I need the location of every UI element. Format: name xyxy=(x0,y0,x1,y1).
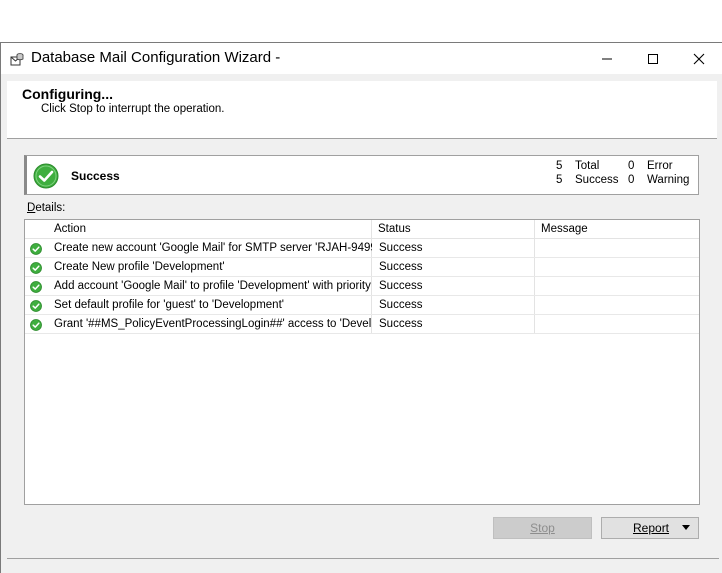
wizard-window: Database Mail Configuration Wizard - Con… xyxy=(0,42,722,573)
column-header-action[interactable]: Action xyxy=(50,220,86,239)
stop-button[interactable]: Stop xyxy=(493,517,592,539)
row-status: Success xyxy=(379,261,423,273)
success-check-icon xyxy=(30,262,42,274)
success-check-icon xyxy=(33,163,59,189)
warning-label: Warning xyxy=(647,174,690,186)
row-message xyxy=(540,277,695,296)
row-status: Success xyxy=(379,242,423,254)
column-header-message[interactable]: Message xyxy=(537,220,588,239)
success-count: 5 xyxy=(556,174,563,186)
dropdown-arrow-icon[interactable] xyxy=(682,525,690,530)
page-subtitle: Click Stop to interrupt the operation. xyxy=(41,103,225,115)
error-count: 0 xyxy=(628,160,635,172)
total-label: Total xyxy=(575,160,600,172)
status-summary: Success 5 Total 5 Success 0 Error 0 Warn… xyxy=(24,155,699,195)
table-row[interactable]: Create new account 'Google Mail' for SMT… xyxy=(25,239,699,258)
table-row[interactable]: Set default profile for 'guest' to 'Deve… xyxy=(25,296,699,315)
row-action: Set default profile for 'guest' to 'Deve… xyxy=(54,299,284,311)
row-action: Create new account 'Google Mail' for SMT… xyxy=(54,242,372,254)
total-count: 5 xyxy=(556,160,563,172)
table-row[interactable]: Grant '##MS_PolicyEventProcessingLogin##… xyxy=(25,315,699,334)
stop-button-label: Stop xyxy=(530,521,555,535)
row-status: Success xyxy=(379,299,423,311)
database-mail-icon xyxy=(10,53,24,66)
column-header-status[interactable]: Status xyxy=(374,220,411,239)
success-label: Success xyxy=(575,174,619,186)
row-message xyxy=(540,239,695,258)
details-label-text: etails: xyxy=(35,202,66,214)
row-action: Grant '##MS_PolicyEventProcessingLogin##… xyxy=(54,318,372,330)
close-button[interactable] xyxy=(676,43,722,74)
success-check-icon xyxy=(30,281,42,293)
page-title: Configuring... xyxy=(22,86,113,102)
minimize-icon xyxy=(602,58,612,59)
error-label: Error xyxy=(647,160,673,172)
row-action: Create New profile 'Development' xyxy=(54,261,225,273)
success-check-icon xyxy=(30,319,42,331)
success-check-icon xyxy=(30,243,42,255)
row-status: Success xyxy=(379,318,423,330)
grid-header: Action Status Message xyxy=(25,220,699,239)
table-row[interactable]: Add account 'Google Mail' to profile 'De… xyxy=(25,277,699,296)
report-button-label: Report xyxy=(633,521,670,535)
row-message xyxy=(540,296,695,315)
maximize-icon xyxy=(648,53,658,64)
table-row[interactable]: Create New profile 'Development' Success xyxy=(25,258,699,277)
warning-count: 0 xyxy=(628,174,635,186)
row-message xyxy=(540,315,695,334)
maximize-button[interactable] xyxy=(630,43,676,74)
window-title: Database Mail Configuration Wizard - xyxy=(31,49,281,66)
row-action: Add account 'Google Mail' to profile 'De… xyxy=(54,280,372,292)
row-status: Success xyxy=(379,280,423,292)
header-panel: Configuring... Click Stop to interrupt t… xyxy=(7,81,717,139)
report-button[interactable]: Report xyxy=(601,517,699,539)
status-label: Success xyxy=(71,169,120,183)
title-bar[interactable]: Database Mail Configuration Wizard - xyxy=(1,43,722,74)
minimize-button[interactable] xyxy=(584,43,630,74)
details-grid[interactable]: Action Status Message Create new account… xyxy=(24,219,700,505)
details-label: Details: xyxy=(27,202,65,214)
close-icon xyxy=(693,53,705,64)
success-check-icon xyxy=(30,300,42,312)
row-message xyxy=(540,258,695,277)
footer-divider xyxy=(7,558,719,559)
